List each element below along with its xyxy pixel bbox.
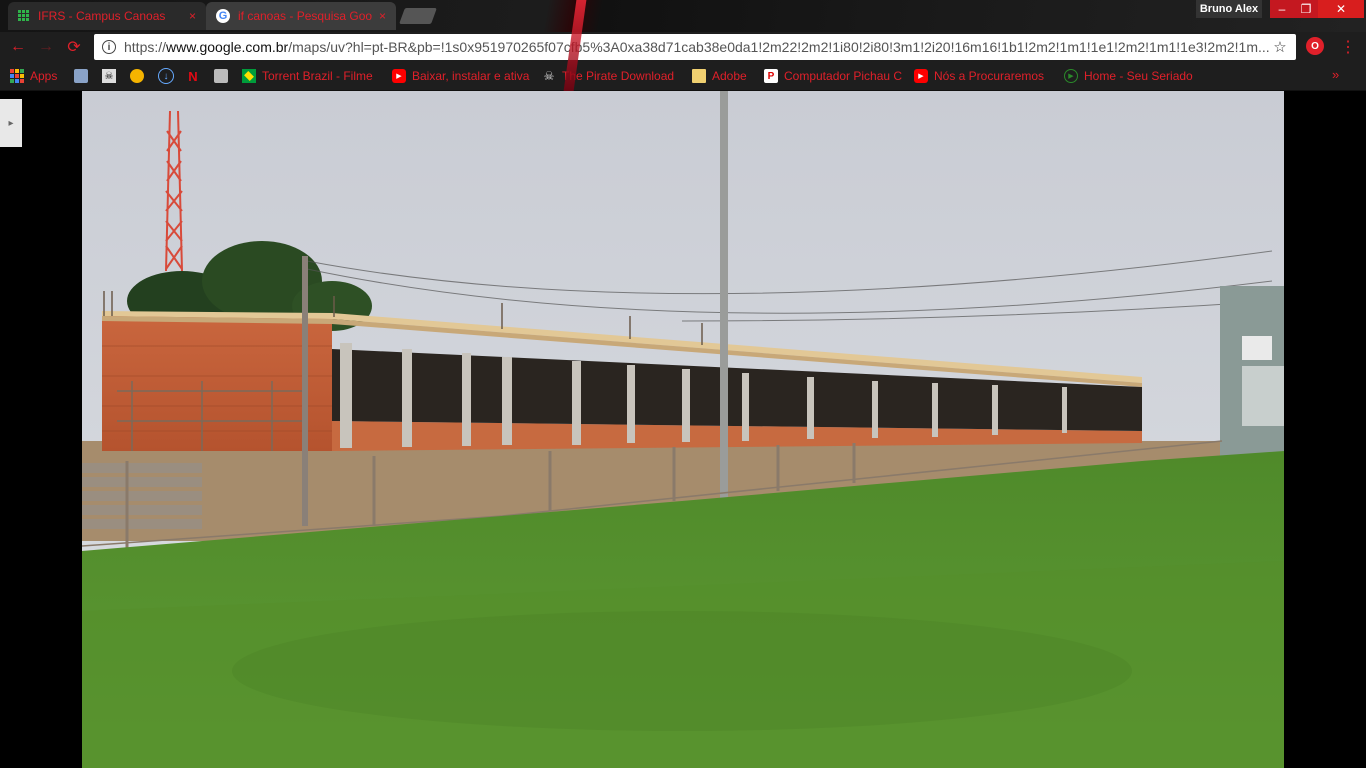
youtube-icon: ▶: [392, 69, 406, 83]
page-content: ▸: [0, 91, 1366, 768]
bookmark-adobe[interactable]: Adobe: [692, 67, 747, 85]
play-icon: ▶: [1064, 69, 1078, 83]
shield-icon: [74, 69, 88, 83]
bookmark-star-icon[interactable]: ☆: [1270, 38, 1290, 56]
bookmark-icon-only-5[interactable]: N: [186, 67, 206, 85]
google-icon: G: [216, 9, 230, 23]
bookmark-icon-only-3[interactable]: [130, 67, 150, 85]
bookmark-nos-a-procuraremos[interactable]: ▶ Nós a Procuraremos: [914, 67, 1048, 85]
bookmark-apps[interactable]: Apps: [10, 67, 57, 85]
url-host: www.google.com.br: [166, 39, 289, 55]
minimize-button[interactable]: –: [1270, 0, 1294, 18]
bookmark-label: Apps: [30, 69, 58, 83]
bookmarks-bar: Apps ☠ ↓ N Torrent Brazil - Filme ▶ Baix…: [0, 62, 1366, 91]
tab-ifrs-campus-canoas[interactable]: IFRS - Campus Canoas ×: [8, 2, 206, 30]
forward-button[interactable]: →: [36, 37, 56, 57]
reload-button[interactable]: ⟳: [64, 37, 84, 57]
bookmark-label: Nós a Procuraremos: [934, 69, 1045, 83]
tab-title: IFRS - Campus Canoas: [38, 9, 166, 23]
bookmark-label: Home - Seu Seriado: [1084, 69, 1193, 83]
bookmark-icon-only-4[interactable]: ↓: [158, 67, 180, 85]
side-panel-toggle-icon[interactable]: ▸: [0, 99, 22, 147]
url-text[interactable]: https://www.google.com.br/maps/uv?hl=pt-…: [124, 39, 1270, 55]
tab-google-search[interactable]: G if canoas - Pesquisa Goo ×: [206, 2, 396, 30]
bookmark-computador-pichau[interactable]: P Computador Pichau C: [764, 67, 902, 85]
construction-site-image: [82, 91, 1284, 768]
pichau-icon: P: [764, 69, 778, 83]
download-icon: ↓: [158, 68, 174, 84]
camera-icon: [214, 69, 228, 83]
address-bar[interactable]: i https://www.google.com.br/maps/uv?hl=p…: [94, 34, 1296, 60]
bookmark-label: Torrent Brazil - Filme: [262, 69, 373, 83]
bookmark-icon-only-1[interactable]: [74, 67, 94, 85]
profile-button[interactable]: Bruno Alex: [1196, 0, 1262, 18]
tab-title: if canoas - Pesquisa Goo: [238, 9, 373, 23]
bookmark-label: Adobe: [712, 69, 747, 83]
toolbar: ← → ⟳ i https://www.google.com.br/maps/u…: [0, 32, 1366, 62]
bookmark-icon-only-6[interactable]: [214, 67, 234, 85]
brazil-flag-icon: [242, 69, 256, 83]
bookmark-icon-only-2[interactable]: ☠: [102, 67, 122, 85]
pirate-ship-icon: ☠: [543, 69, 555, 83]
info-icon[interactable]: i: [102, 40, 116, 54]
bookmark-pirate-download[interactable]: ☠ The Pirate Download: [542, 67, 678, 85]
browser-chrome: IFRS - Campus Canoas × G if canoas - Pes…: [0, 0, 1366, 91]
url-scheme: https://: [124, 39, 167, 55]
bookmark-seu-seriado[interactable]: ▶ Home - Seu Seriado: [1064, 67, 1193, 85]
tab-close-icon[interactable]: ×: [379, 9, 386, 23]
apps-grid-icon: [10, 69, 24, 83]
folder-icon: [692, 69, 706, 83]
bookmarks-overflow-icon[interactable]: »: [1332, 67, 1339, 82]
netflix-icon: N: [188, 68, 198, 84]
url-path: /maps/uv?hl=pt-BR&pb=!1s0x951970265f07cf…: [288, 39, 1270, 55]
ifrs-grid-icon: [18, 10, 30, 22]
bookmark-baixar-instalar[interactable]: ▶ Baixar, instalar e ativa: [392, 67, 530, 85]
maximize-button[interactable]: ❐: [1294, 0, 1318, 18]
circle-icon: [130, 69, 144, 83]
youtube-icon: ▶: [914, 69, 928, 83]
bookmark-label: Baixar, instalar e ativa: [412, 69, 530, 83]
new-tab-button[interactable]: [399, 8, 437, 24]
bookmark-label: Computador Pichau C: [784, 69, 902, 83]
extension-icon[interactable]: O: [1306, 37, 1324, 55]
bookmark-label: The Pirate Download: [562, 69, 675, 83]
tab-strip: IFRS - Campus Canoas × G if canoas - Pes…: [0, 0, 1366, 32]
bookmark-torrent-brazil[interactable]: Torrent Brazil - Filme: [242, 67, 376, 85]
back-button[interactable]: ←: [8, 37, 28, 57]
browser-menu-icon[interactable]: ⋮: [1340, 37, 1356, 57]
tab-close-icon[interactable]: ×: [189, 9, 196, 23]
street-view-photo[interactable]: [82, 91, 1284, 768]
close-window-button[interactable]: ✕: [1318, 0, 1364, 18]
skull-icon: ☠: [102, 69, 116, 83]
